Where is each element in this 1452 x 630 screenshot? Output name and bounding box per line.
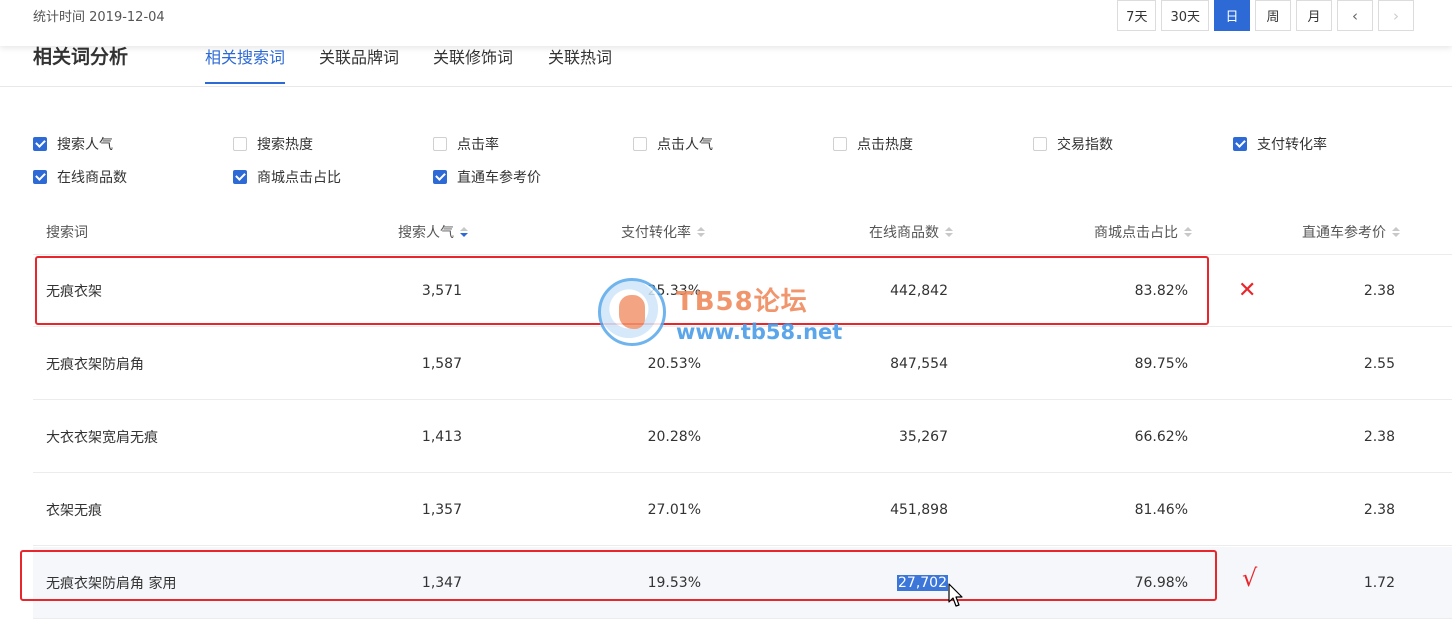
header-label: 在线商品数 bbox=[869, 225, 939, 241]
mall-click-share-cell: 81.46% bbox=[1134, 502, 1188, 518]
sort-icon[interactable] bbox=[697, 227, 705, 237]
header-label: 商城点击占比 bbox=[1094, 225, 1178, 241]
metric-label: 交易指数 bbox=[1057, 137, 1113, 153]
online-items-cell: 451,898 bbox=[890, 502, 948, 518]
metric-mall-click-share[interactable]: 商城点击占比 bbox=[233, 167, 341, 187]
metric-click-heat[interactable]: 点击热度 bbox=[833, 134, 913, 154]
tab-modifier-words[interactable]: 关联修饰词 bbox=[433, 44, 513, 84]
checkbox[interactable] bbox=[633, 137, 647, 151]
metric-ztc-price[interactable]: 直通车参考价 bbox=[433, 167, 541, 187]
metric-online-items[interactable]: 在线商品数 bbox=[33, 167, 127, 187]
mall-click-share-cell: 89.75% bbox=[1134, 356, 1188, 372]
watermark-text: TB58论坛 www.tb58.net bbox=[676, 281, 842, 344]
tab-hot-words[interactable]: 关联热词 bbox=[548, 44, 612, 84]
metric-label: 直通车参考价 bbox=[457, 170, 541, 186]
keyword-cell: 衣架无痕 bbox=[46, 503, 102, 519]
metric-label: 支付转化率 bbox=[1257, 137, 1327, 153]
col-header-online-items[interactable]: 在线商品数 bbox=[869, 222, 953, 242]
pay-conversion-cell: 27.01% bbox=[647, 502, 701, 518]
ztc-price-cell: 2.38 bbox=[1363, 283, 1395, 299]
sort-icon[interactable] bbox=[945, 227, 953, 237]
pay-conversion-cell: 20.28% bbox=[647, 429, 701, 445]
metric-label: 点击人气 bbox=[657, 137, 713, 153]
next-date-button[interactable]: › bbox=[1378, 0, 1414, 31]
tab-related-search[interactable]: 相关搜索词 bbox=[205, 44, 286, 84]
metric-pay-conversion[interactable]: 支付转化率 bbox=[1233, 134, 1327, 154]
check-mark-icon: √ bbox=[1242, 564, 1258, 592]
prev-date-button[interactable]: ‹ bbox=[1337, 0, 1373, 31]
col-header-pay-conversion[interactable]: 支付转化率 bbox=[621, 222, 705, 242]
keyword-cell: 大衣衣架宽肩无痕 bbox=[46, 430, 158, 446]
checkbox[interactable] bbox=[33, 170, 47, 184]
ztc-price-cell: 2.38 bbox=[1363, 429, 1395, 445]
section-title: 相关词分析 bbox=[33, 46, 129, 68]
metric-label: 搜索热度 bbox=[257, 137, 313, 153]
header-label: 直通车参考价 bbox=[1302, 225, 1386, 241]
checkbox[interactable] bbox=[233, 137, 247, 151]
metric-search-heat[interactable]: 搜索热度 bbox=[233, 134, 313, 154]
table-row[interactable]: 衣架无痕 1,357 27.01% 451,898 81.46% 2.38 bbox=[33, 474, 1452, 546]
col-header-ztc-price[interactable]: 直通车参考价 bbox=[1302, 222, 1400, 242]
watermark-logo-icon bbox=[598, 278, 666, 346]
online-items-cell: 35,267 bbox=[899, 429, 948, 445]
header-label: 支付转化率 bbox=[621, 225, 691, 241]
checkbox[interactable] bbox=[1033, 137, 1047, 151]
period-7d-button[interactable]: 7天 bbox=[1117, 0, 1157, 31]
keyword-cell: 无痕衣架防肩角 bbox=[46, 357, 144, 373]
metric-click-rate[interactable]: 点击率 bbox=[433, 134, 499, 154]
watermark-url: www.tb58.net bbox=[676, 319, 843, 344]
metric-trade-index[interactable]: 交易指数 bbox=[1033, 134, 1113, 154]
checkbox[interactable] bbox=[1233, 137, 1247, 151]
annotation-box-row-5 bbox=[20, 550, 1217, 601]
period-day-button[interactable]: 日 bbox=[1214, 0, 1250, 31]
col-header-search-popularity[interactable]: 搜索人气 bbox=[398, 222, 468, 242]
checkbox[interactable] bbox=[33, 137, 47, 151]
checkbox[interactable] bbox=[433, 137, 447, 151]
metric-label: 在线商品数 bbox=[57, 170, 127, 186]
period-week-button[interactable]: 周 bbox=[1255, 0, 1291, 31]
metric-label: 点击率 bbox=[457, 137, 499, 153]
metric-label: 搜索人气 bbox=[57, 137, 113, 153]
checkbox[interactable] bbox=[233, 170, 247, 184]
search-popularity-cell: 1,587 bbox=[421, 356, 462, 372]
sort-icon[interactable] bbox=[1392, 227, 1400, 237]
checkbox[interactable] bbox=[833, 137, 847, 151]
mouse-cursor-icon bbox=[948, 583, 963, 607]
mall-click-share-cell: 66.62% bbox=[1134, 429, 1188, 445]
metric-click-popularity[interactable]: 点击人气 bbox=[633, 134, 713, 154]
cross-mark-icon: ✕ bbox=[1238, 278, 1257, 303]
col-header-mall-click-share[interactable]: 商城点击占比 bbox=[1094, 222, 1192, 242]
search-popularity-cell: 1,357 bbox=[421, 502, 462, 518]
period-selector: 7天 30天 日 周 月 ‹ › bbox=[1117, 0, 1414, 31]
tabs-area: 相关词分析 相关搜索词 关联品牌词 关联修饰词 关联热词 bbox=[0, 46, 1452, 87]
chevron-left-icon: ‹ bbox=[1352, 6, 1358, 25]
header-label: 搜索人气 bbox=[398, 225, 454, 241]
metric-label: 商城点击占比 bbox=[257, 170, 341, 186]
metric-search-popularity[interactable]: 搜索人气 bbox=[33, 134, 113, 154]
chevron-right-icon: › bbox=[1393, 6, 1399, 25]
watermark: TB58论坛 www.tb58.net bbox=[598, 278, 842, 346]
sort-icon[interactable] bbox=[460, 227, 468, 237]
search-popularity-cell: 1,413 bbox=[421, 429, 462, 445]
checkbox[interactable] bbox=[433, 170, 447, 184]
metric-label: 点击热度 bbox=[857, 137, 913, 153]
header-label: 搜索词 bbox=[46, 225, 88, 241]
ztc-price-cell: 1.72 bbox=[1363, 575, 1395, 591]
period-30d-button[interactable]: 30天 bbox=[1161, 0, 1209, 31]
tab-brand-words[interactable]: 关联品牌词 bbox=[319, 44, 399, 84]
watermark-title: TB58论坛 bbox=[676, 286, 808, 317]
table-row[interactable]: 大衣衣架宽肩无痕 1,413 20.28% 35,267 66.62% 2.38 bbox=[33, 401, 1452, 473]
period-month-button[interactable]: 月 bbox=[1296, 0, 1332, 31]
ztc-price-cell: 2.55 bbox=[1363, 356, 1395, 372]
stat-time: 统计时间 2019-12-04 bbox=[33, 10, 165, 25]
ztc-price-cell: 2.38 bbox=[1363, 502, 1395, 518]
top-bar: 统计时间 2019-12-04 7天 30天 日 周 月 ‹ › bbox=[0, 0, 1452, 46]
col-header-keyword: 搜索词 bbox=[46, 222, 88, 242]
online-items-cell: 847,554 bbox=[890, 356, 948, 372]
sort-icon[interactable] bbox=[1184, 227, 1192, 237]
